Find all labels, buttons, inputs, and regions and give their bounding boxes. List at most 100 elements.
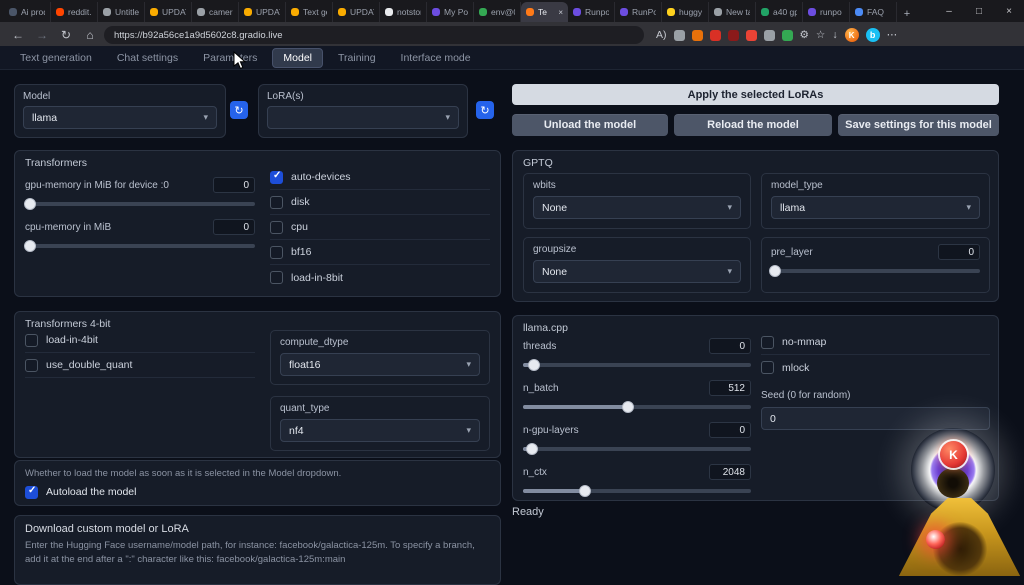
- refresh-loras-button[interactable]: ↻: [476, 101, 494, 119]
- checkbox-icon[interactable]: [25, 359, 38, 372]
- unload-model-button[interactable]: Unload the model: [512, 114, 668, 136]
- bing-icon[interactable]: b: [866, 28, 880, 42]
- tab-text-generation[interactable]: Text generation: [10, 49, 102, 67]
- maximize-button[interactable]: □: [964, 0, 994, 22]
- apply-loras-button[interactable]: Apply the selected LoRAs: [512, 84, 999, 105]
- n-ctx-value-input[interactable]: 2048: [709, 464, 751, 480]
- checkbox-icon[interactable]: [25, 334, 38, 347]
- browser-tab[interactable]: New ta: [709, 2, 756, 22]
- n-ctx-slider[interactable]: [523, 489, 751, 493]
- split-screen-icon[interactable]: [674, 30, 685, 41]
- favorites-icon[interactable]: ☆: [816, 29, 825, 41]
- refresh-models-button[interactable]: ↻: [230, 101, 248, 119]
- new-tab-button[interactable]: +: [899, 6, 915, 22]
- model-type-dropdown[interactable]: llama ▾: [771, 196, 980, 219]
- wbits-dropdown[interactable]: None ▾: [533, 196, 741, 219]
- pre-layer-slider[interactable]: [771, 269, 980, 273]
- tab-training[interactable]: Training: [328, 49, 386, 67]
- checkbox-icon[interactable]: [270, 171, 283, 184]
- n-gpu-layers-slider[interactable]: [523, 447, 751, 451]
- checkbox-cpu[interactable]: cpu: [270, 215, 490, 240]
- gear-icon[interactable]: ⚙: [800, 29, 809, 41]
- refresh-icon[interactable]: ↻: [56, 28, 76, 42]
- slider-thumb[interactable]: [579, 485, 591, 497]
- browser-tab[interactable]: RunPo: [615, 2, 662, 22]
- browser-tab[interactable]: FAQ: [850, 2, 897, 22]
- extension-icon[interactable]: [710, 30, 721, 41]
- extension-icon[interactable]: [728, 30, 739, 41]
- close-button[interactable]: ×: [994, 0, 1024, 22]
- read-aloud-icon[interactable]: A): [656, 29, 667, 41]
- cpu-memory-value-input[interactable]: 0: [213, 219, 255, 235]
- browser-tab[interactable]: UPDAT: [145, 2, 192, 22]
- compute-dtype-dropdown[interactable]: float16 ▾: [280, 353, 480, 376]
- lora-dropdown[interactable]: ▾: [267, 106, 459, 129]
- checkbox-autoload[interactable]: Autoload the model: [25, 486, 490, 499]
- checkbox-icon[interactable]: [270, 196, 283, 209]
- tab-model[interactable]: Model: [272, 48, 323, 68]
- downloads-icon[interactable]: ↓: [832, 29, 837, 41]
- checkbox-auto-devices[interactable]: auto-devices: [270, 165, 490, 190]
- browser-tab[interactable]: Ai prod: [4, 2, 51, 22]
- checkbox-icon[interactable]: [761, 361, 774, 374]
- checkbox-icon[interactable]: [270, 271, 283, 284]
- extension-icon[interactable]: [746, 30, 757, 41]
- gpu-memory-slider[interactable]: [25, 202, 255, 206]
- groupsize-dropdown[interactable]: None ▾: [533, 260, 741, 283]
- tab-chat-settings[interactable]: Chat settings: [107, 49, 188, 67]
- browser-tab[interactable]: runpo: [803, 2, 850, 22]
- slider-thumb[interactable]: [24, 198, 36, 210]
- pre-layer-value-input[interactable]: 0: [938, 244, 980, 260]
- checkbox-bf16[interactable]: bf16: [270, 240, 490, 265]
- tab-close-icon[interactable]: ×: [558, 8, 563, 17]
- browser-tab[interactable]: My Pod: [427, 2, 474, 22]
- more-icon[interactable]: ⋯: [887, 29, 898, 41]
- slider-thumb[interactable]: [526, 443, 538, 455]
- checkbox-icon[interactable]: [270, 246, 283, 259]
- checkbox-icon[interactable]: [25, 486, 38, 499]
- n-batch-value-input[interactable]: 512: [709, 380, 751, 396]
- quant-type-dropdown[interactable]: nf4 ▾: [280, 419, 480, 442]
- reload-model-button[interactable]: Reload the model: [674, 114, 832, 136]
- extension-icon[interactable]: [782, 30, 793, 41]
- checkbox-use-double-quant[interactable]: use_double_quant: [25, 353, 255, 378]
- slider-thumb[interactable]: [622, 401, 634, 413]
- tab-parameters[interactable]: Parameters: [193, 49, 267, 67]
- browser-tab-active[interactable]: Te×: [521, 2, 568, 22]
- cpu-memory-slider[interactable]: [25, 244, 255, 248]
- forward-icon[interactable]: →: [32, 28, 52, 42]
- slider-thumb[interactable]: [24, 240, 36, 252]
- browser-tab[interactable]: camer: [192, 2, 239, 22]
- browser-tab[interactable]: notston: [380, 2, 427, 22]
- n-batch-slider[interactable]: [523, 405, 751, 409]
- browser-tab[interactable]: env@0: [474, 2, 521, 22]
- browser-tab[interactable]: Untitled: [98, 2, 145, 22]
- browser-tab[interactable]: Text ge: [286, 2, 333, 22]
- back-icon[interactable]: ←: [8, 28, 28, 42]
- minimize-button[interactable]: –: [934, 0, 964, 22]
- extension-icon[interactable]: [692, 30, 703, 41]
- checkbox-icon[interactable]: [761, 336, 774, 349]
- browser-tab[interactable]: UPDAT: [239, 2, 286, 22]
- address-bar[interactable]: https://b92a56ce1a9d5602c8.gradio.live: [104, 26, 644, 44]
- model-dropdown[interactable]: llama ▾: [23, 106, 217, 129]
- threads-slider[interactable]: [523, 363, 751, 367]
- slider-thumb[interactable]: [528, 359, 540, 371]
- threads-value-input[interactable]: 0: [709, 338, 751, 354]
- checkbox-no-mmap[interactable]: no-mmap: [761, 330, 990, 355]
- camera-icon[interactable]: [764, 30, 775, 41]
- profile-avatar[interactable]: K: [845, 28, 859, 42]
- browser-tab[interactable]: Runpoc: [568, 2, 615, 22]
- checkbox-mlock[interactable]: mlock: [761, 355, 990, 380]
- browser-tab[interactable]: huggy: [662, 2, 709, 22]
- checkbox-disk[interactable]: disk: [270, 190, 490, 215]
- browser-tab[interactable]: a40 gp: [756, 2, 803, 22]
- browser-tab[interactable]: UPDAT: [333, 2, 380, 22]
- checkbox-load-in-8bit[interactable]: load-in-8bit: [270, 265, 490, 290]
- checkbox-icon[interactable]: [270, 221, 283, 234]
- browser-tab[interactable]: reddit.c: [51, 2, 98, 22]
- gpu-memory-value-input[interactable]: 0: [213, 177, 255, 193]
- tab-interface-mode[interactable]: Interface mode: [391, 49, 481, 67]
- n-gpu-layers-value-input[interactable]: 0: [709, 422, 751, 438]
- save-settings-button[interactable]: Save settings for this model: [838, 114, 999, 136]
